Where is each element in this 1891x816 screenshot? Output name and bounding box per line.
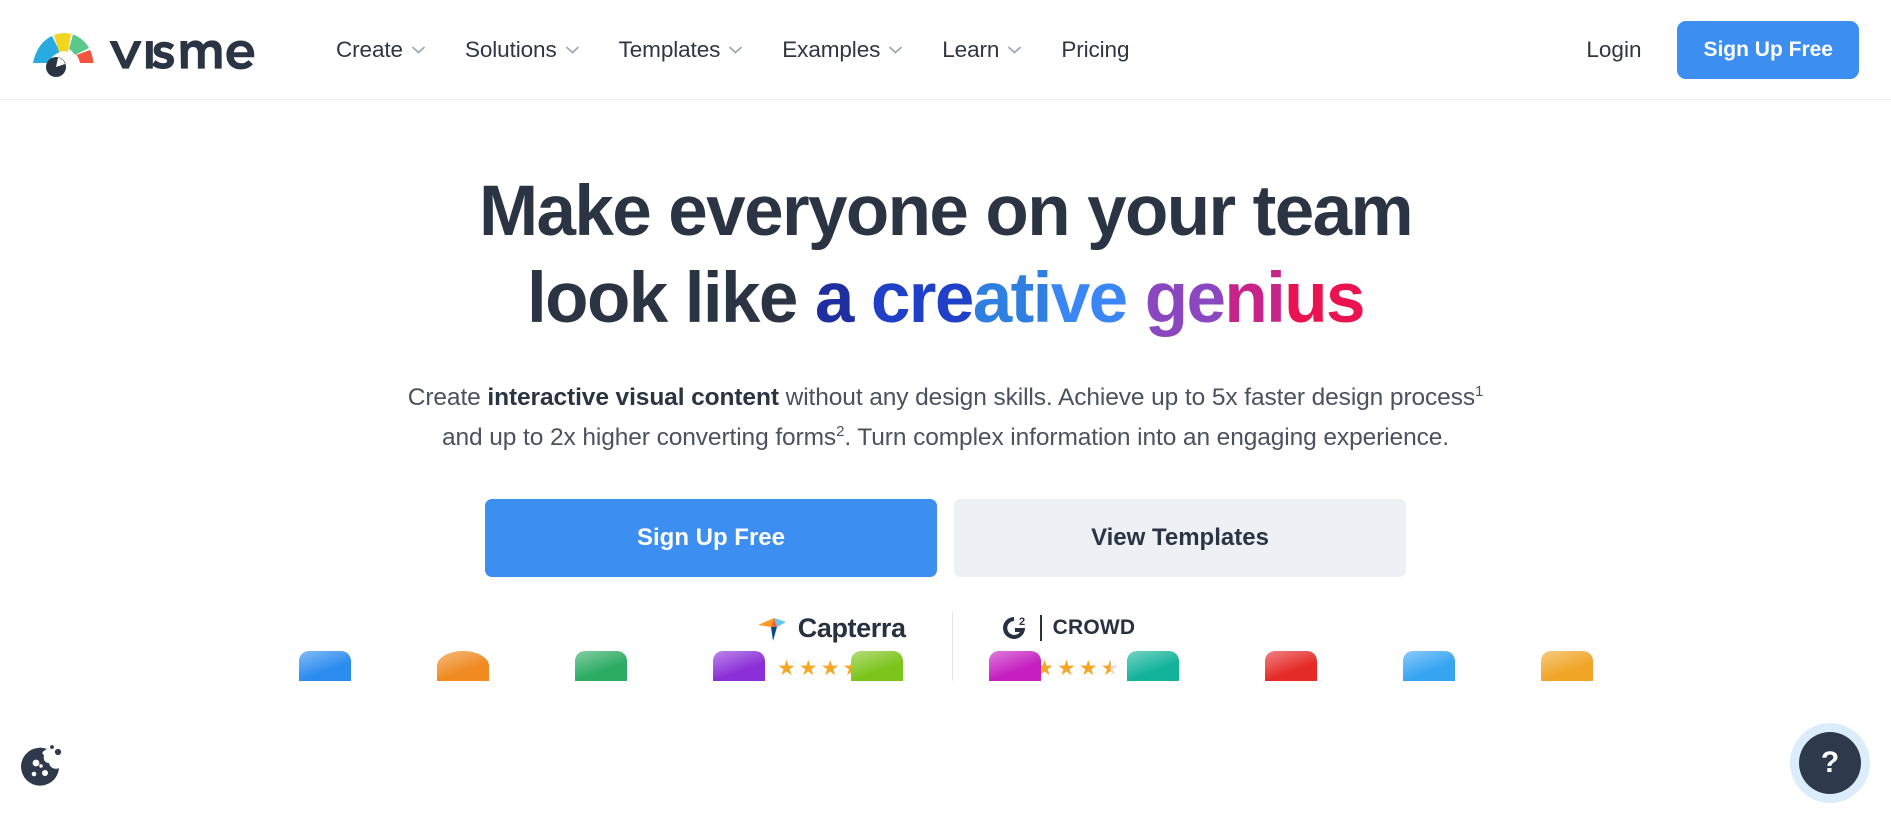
- hero-section: Make everyone on your team look like a c…: [0, 100, 1891, 682]
- chevron-down-icon: [565, 46, 579, 54]
- nav-item-learn[interactable]: Learn: [922, 29, 1041, 71]
- headline-accent-cre: cre: [870, 259, 974, 338]
- g2-divider: [1039, 615, 1042, 642]
- svg-text:2: 2: [1019, 616, 1025, 628]
- headline-accent-us: us: [1284, 259, 1365, 338]
- visme-logo-link[interactable]: [30, 21, 268, 79]
- headline-accent-ati: ati: [972, 259, 1053, 338]
- headline-accent-ni: ni: [1224, 259, 1286, 338]
- main-navigation: Create Solutions Templates Examples Lear…: [316, 29, 1149, 71]
- chevron-down-icon: [889, 46, 903, 54]
- nav-item-label: Solutions: [464, 36, 557, 62]
- headline-accent-ve: ve: [1050, 259, 1145, 338]
- nav-item-examples[interactable]: Examples: [762, 29, 922, 71]
- g2-star-rating: ★ ★ ★ ★ ★: [1013, 656, 1120, 681]
- login-link[interactable]: Login: [1564, 29, 1663, 71]
- capterra-star-rating: ★ ★ ★ ★ ★: [777, 656, 884, 681]
- signup-free-button[interactable]: Sign Up Free: [485, 499, 937, 578]
- star-full: ★: [1013, 657, 1034, 681]
- nav-links-list: Create Solutions Templates Examples Lear…: [316, 29, 1149, 71]
- nav-signup-button[interactable]: Sign Up Free: [1677, 20, 1859, 79]
- chevron-down-icon: [1008, 46, 1022, 54]
- g2-crowd-name: CROWD: [1052, 616, 1136, 640]
- nav-item-pricing[interactable]: Pricing: [1041, 29, 1149, 71]
- subhead-line2-pre: and up to 2x higher converting forms: [442, 423, 837, 451]
- nav-item-solutions[interactable]: Solutions: [445, 29, 599, 71]
- visme-wordmark: [109, 39, 255, 69]
- headline-line-2: look like a creative genius: [0, 263, 1891, 334]
- star-full: ★: [842, 657, 863, 681]
- visme-logo-mark: [33, 32, 94, 77]
- star-full: ★: [798, 657, 819, 681]
- nav-item-label: Learn: [942, 36, 1000, 62]
- nav-item-templates[interactable]: Templates: [599, 29, 763, 71]
- subhead-text-post: without any design skills. Achieve up to…: [778, 384, 1476, 411]
- site-header: Create Solutions Templates Examples Lear…: [0, 0, 1891, 100]
- headline-plain: look like: [527, 259, 815, 338]
- headline-line-1: Make everyone on your team: [478, 172, 1414, 251]
- g2-logo-group: 2 CROWD: [999, 611, 1136, 645]
- star-full: ★: [777, 657, 797, 681]
- capterra-badge[interactable]: Capterra ★ ★ ★ ★ ★: [710, 611, 952, 681]
- star-full: ★: [1035, 657, 1055, 681]
- headline-accent-a: a: [814, 259, 871, 338]
- hero-cta-row: Sign Up Free View Templates: [0, 499, 1891, 578]
- nav-item-create[interactable]: Create: [316, 29, 445, 71]
- capterra-name: Capterra: [797, 612, 906, 643]
- nav-item-label: Pricing: [1061, 36, 1130, 62]
- hero-subheading: Create interactive visual content withou…: [0, 378, 1891, 457]
- star-full: ★: [820, 657, 841, 681]
- help-button[interactable]: ?: [1799, 732, 1861, 794]
- chevron-down-icon: [412, 46, 425, 54]
- star-half: ★: [864, 657, 885, 681]
- g2-crowd-badge[interactable]: 2 CROWD ★ ★ ★ ★ ★: [951, 611, 1182, 682]
- nav-item-label: Templates: [618, 36, 721, 62]
- cookie-preferences-button[interactable]: [17, 741, 67, 791]
- star-full: ★: [1078, 657, 1099, 681]
- headline-accent-ge: ge: [1144, 259, 1226, 338]
- cookie-icon: [21, 745, 62, 786]
- capterra-logo-group: Capterra: [756, 611, 906, 645]
- star-full: ★: [1057, 657, 1077, 681]
- footnote-marker-1: 1: [1475, 382, 1484, 400]
- review-badges: Capterra ★ ★ ★ ★ ★ 2 CROWD ★ ★ ★ ★ ★: [0, 611, 1891, 682]
- g2-logo-icon: 2: [1002, 616, 1025, 640]
- subhead-line2-post: . Turn complex information into an engag…: [844, 423, 1449, 451]
- nav-actions: Login Sign Up Free: [1564, 20, 1859, 79]
- capterra-logo-icon: [757, 618, 786, 642]
- chevron-down-icon: [729, 46, 743, 54]
- subhead-text-pre: Create: [407, 384, 488, 411]
- subhead-emphasis: interactive visual content: [487, 384, 779, 411]
- star-half: ★: [1100, 657, 1121, 681]
- nav-item-label: Create: [336, 36, 403, 62]
- nav-item-label: Examples: [782, 36, 881, 62]
- page-title: Make everyone on your team look like a c…: [0, 176, 1891, 334]
- view-templates-button[interactable]: View Templates: [954, 499, 1406, 578]
